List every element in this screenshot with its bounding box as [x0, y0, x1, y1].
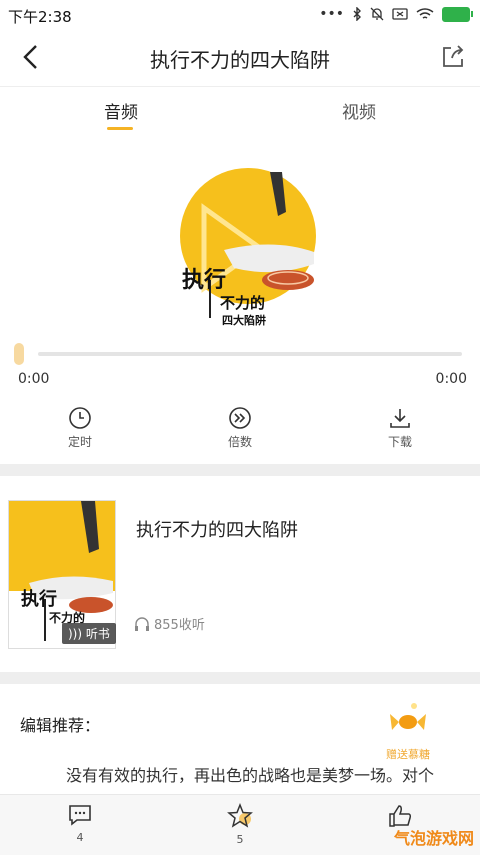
- gift-label: 赠送慕糖: [386, 748, 430, 761]
- bluetooth-icon: [353, 7, 361, 21]
- download-icon: [390, 409, 410, 428]
- gift-button[interactable]: 赠送慕糖: [370, 700, 446, 762]
- comment-icon: [69, 805, 91, 826]
- speed-icon: [229, 407, 251, 429]
- timer-label: 定时: [67, 435, 92, 449]
- candy-icon: [390, 703, 426, 730]
- dots-icon: •••: [319, 6, 344, 22]
- watermark-logo: 气泡游戏网: [393, 829, 474, 848]
- speed-button[interactable]: 倍数: [200, 406, 280, 450]
- total-time: 0:00: [435, 371, 467, 387]
- headphones-icon: [135, 616, 149, 631]
- cover-title-line1: 执行: [182, 268, 227, 293]
- book-title[interactable]: 执行不力的四大陷阱: [136, 516, 298, 542]
- clock-icon: [69, 407, 91, 429]
- status-time: 下午2:38: [8, 8, 72, 26]
- sim-icon: [392, 8, 408, 20]
- editor-heading: 编辑推荐：: [20, 716, 101, 735]
- mute-icon: [370, 7, 384, 21]
- album-cover[interactable]: 执行 不力的 四大陷阱: [164, 168, 320, 330]
- page-title: 执行不力的四大陷阱: [150, 48, 330, 72]
- cover-title-line2: 不力的: [220, 294, 266, 312]
- section-divider: [0, 672, 480, 684]
- share-icon[interactable]: [440, 44, 466, 70]
- listen-count-text: 855收听: [154, 618, 205, 633]
- badge-label: 听书: [85, 627, 110, 641]
- timer-button[interactable]: 定时: [40, 406, 120, 450]
- tab-active-indicator: [107, 127, 133, 130]
- bottom-bar: 4 5 气泡游戏网: [0, 794, 480, 855]
- nav-bar: 执行不力的四大陷阱: [0, 30, 480, 87]
- listen-count: 855收听: [134, 614, 205, 633]
- star-icon: [227, 802, 253, 828]
- section-divider: [0, 464, 480, 476]
- signal-icon: ))): [68, 627, 86, 641]
- battery-icon: [442, 6, 473, 22]
- book-cover-title-line1: 执行: [21, 589, 57, 610]
- current-time: 0:00: [18, 371, 50, 387]
- progress-thumb[interactable]: [14, 343, 24, 365]
- listen-badge: ))) 听书: [62, 623, 116, 644]
- comment-button[interactable]: 4: [50, 803, 110, 844]
- tab-audio[interactable]: 音频: [104, 98, 138, 123]
- favorite-button[interactable]: 5: [210, 802, 270, 846]
- editor-text: 没有有效的执行，再出色的战略也是美梦一场。对个: [66, 766, 435, 785]
- download-button[interactable]: 下载: [360, 406, 440, 450]
- comment-count: 4: [76, 831, 84, 844]
- wifi-icon: [416, 7, 434, 19]
- tab-video[interactable]: 视频: [342, 98, 376, 123]
- favorite-count: 5: [236, 833, 244, 846]
- status-bar: 下午2:38 •••: [0, 0, 480, 30]
- cover-title-line3: 四大陷阱: [222, 314, 266, 327]
- download-label: 下载: [387, 435, 412, 449]
- progress-track[interactable]: [38, 352, 462, 356]
- speed-label: 倍数: [227, 435, 252, 449]
